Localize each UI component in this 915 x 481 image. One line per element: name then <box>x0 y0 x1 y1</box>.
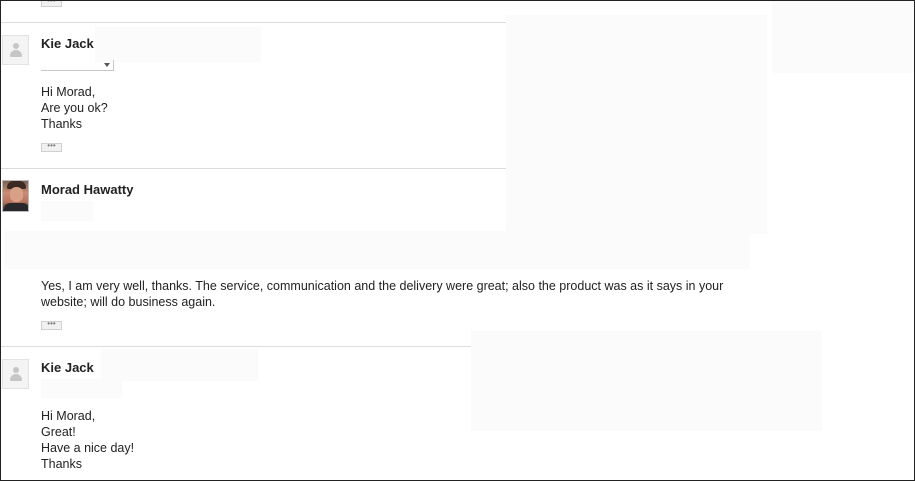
message-divider <box>1 346 471 347</box>
caret-down-icon <box>104 63 110 67</box>
person-silhouette-icon <box>10 42 22 58</box>
person-silhouette-icon <box>10 366 22 382</box>
message-line: Have a nice day! <box>41 441 135 455</box>
recipient-details-dropdown[interactable] <box>41 60 114 71</box>
sender-avatar <box>2 35 29 65</box>
show-trimmed-content-button[interactable]: ••• <box>41 143 62 152</box>
message-body: Hi Morad, Are you ok? Thanks <box>41 84 108 132</box>
message-line: Thanks <box>41 117 82 131</box>
message-line: Hi Morad, <box>41 85 96 99</box>
redacted-sender-email <box>95 27 261 62</box>
sender-avatar <box>2 359 29 389</box>
message-line: Are you ok? <box>41 101 108 115</box>
redacted-area <box>506 15 767 234</box>
message-line: Hi Morad, <box>41 409 96 423</box>
message-line: Great! <box>41 425 76 439</box>
email-thread: ••• Kie Jack Hi Morad, Are you ok? Thank… <box>0 0 915 481</box>
show-trimmed-content-button[interactable]: ••• <box>41 1 62 7</box>
message-divider <box>1 168 506 169</box>
sender-avatar <box>2 180 29 212</box>
message-divider <box>1 22 506 23</box>
redacted-recipient <box>41 201 93 221</box>
sender-name[interactable]: Morad Hawatty <box>41 182 133 197</box>
redacted-area <box>772 1 914 73</box>
redacted-sender-email <box>101 349 258 381</box>
message-body: Hi Morad, Great! Have a nice day! Thanks <box>41 408 134 472</box>
redacted-area <box>471 331 822 431</box>
redacted-area <box>4 231 750 269</box>
sender-name[interactable]: Kie Jack <box>41 360 94 375</box>
redacted-recipient <box>41 379 122 398</box>
sender-name[interactable]: Kie Jack <box>41 36 94 51</box>
show-trimmed-content-button[interactable]: ••• <box>41 321 62 330</box>
message-line: Thanks <box>41 457 82 471</box>
message-body: Yes, I am very well, thanks. The service… <box>41 279 724 309</box>
